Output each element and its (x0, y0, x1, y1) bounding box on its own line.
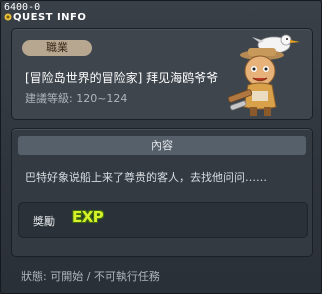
quest-status: 狀態: 可開始 / 不可執行任務 (21, 270, 160, 283)
exp-reward-icon: EXP (72, 208, 104, 226)
quest-description: 巴特好象说船上来了尊贵的客人，去找他问问…… (25, 171, 267, 184)
npc-portrait-icon (227, 34, 300, 116)
reward-label: 獎勵 (33, 215, 55, 228)
window-title: QUEST INFO (13, 12, 87, 23)
reward-box: 獎勵 EXP (18, 202, 308, 238)
quest-info-window: 6400-0 QUEST INFO 職業 [冒险岛世界的冒险家] 拜见海鸥爷爷 … (0, 0, 322, 294)
quest-header-panel: 職業 [冒险岛世界的冒险家] 拜见海鸥爷爷 建議等級: 120~124 (11, 28, 313, 120)
tab-content[interactable]: 內容 (18, 136, 306, 155)
job-badge: 職業 (22, 40, 92, 56)
quest-content-panel: 內容 巴特好象说船上来了尊贵的客人，去找他问问…… 獎勵 EXP (11, 128, 313, 257)
quest-info-icon (4, 13, 12, 21)
recommended-level: 建議等級: 120~124 (25, 92, 128, 105)
quest-name: [冒险岛世界的冒险家] 拜见海鸥爷爷 (25, 71, 219, 85)
